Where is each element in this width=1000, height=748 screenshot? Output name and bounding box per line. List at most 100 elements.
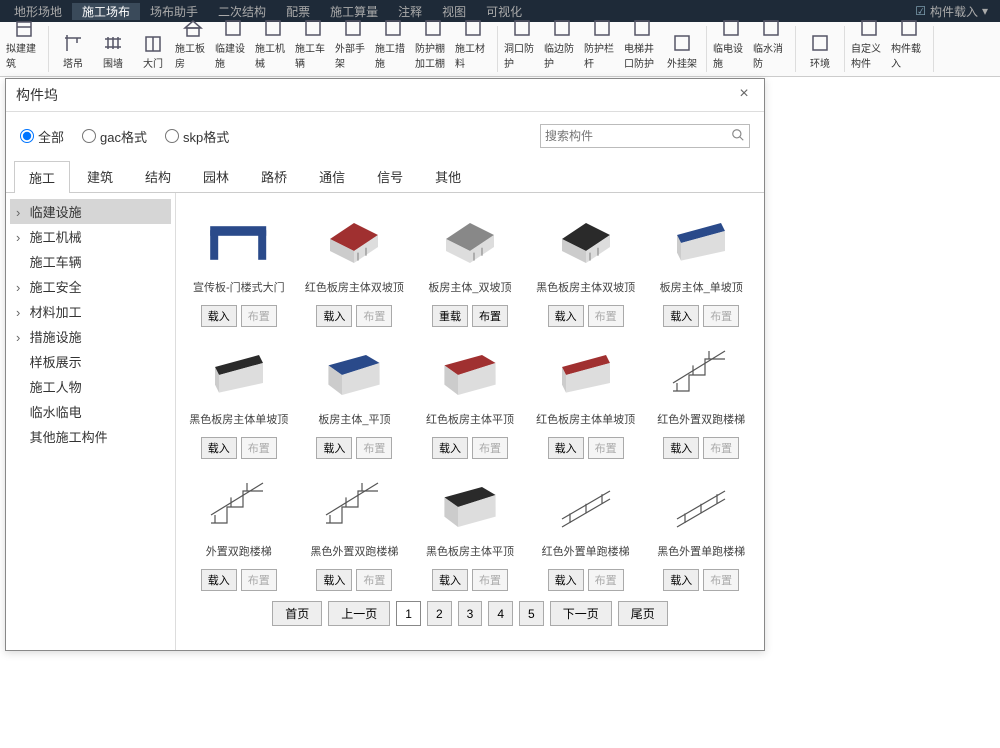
ribbon-protect[interactable]: 防护棚加工棚	[413, 26, 453, 72]
card-thumb[interactable]	[190, 335, 288, 407]
tree-label: 临建设施	[30, 205, 82, 220]
card-thumb[interactable]	[305, 467, 403, 539]
ribbon-fence[interactable]: 围墙	[93, 26, 133, 72]
tree-item[interactable]: › 临建设施	[10, 199, 171, 224]
load-button[interactable]: 载入	[663, 305, 699, 327]
tree-item[interactable]: › 其他施工构件	[10, 424, 171, 449]
pager-page[interactable]: 5	[519, 601, 544, 626]
ribbon-gate[interactable]: 大门	[133, 26, 173, 72]
ribbon-rail[interactable]: 防护栏杆	[582, 26, 622, 72]
card-thumb[interactable]	[652, 203, 750, 275]
load-button[interactable]: 载入	[316, 569, 352, 591]
card-thumb[interactable]	[537, 335, 635, 407]
card-thumb[interactable]	[652, 335, 750, 407]
pager-last[interactable]: 尾页	[618, 601, 668, 626]
load-button[interactable]: 载入	[548, 305, 584, 327]
load-button[interactable]: 载入	[432, 569, 468, 591]
elev-icon	[630, 16, 654, 40]
pager-prev[interactable]: 上一页	[328, 601, 390, 626]
pager-page[interactable]: 4	[488, 601, 513, 626]
load-button[interactable]: 载入	[201, 305, 237, 327]
pager-page[interactable]: 1	[396, 601, 421, 626]
search-icon[interactable]	[731, 128, 745, 145]
top-right-label[interactable]: 构件载入	[930, 3, 978, 20]
ribbon-house[interactable]: 施工板房	[173, 26, 213, 72]
radio-1[interactable]: gac格式	[82, 127, 147, 146]
tree-item[interactable]: › 施工人物	[10, 374, 171, 399]
ribbon-tower[interactable]: 塔吊	[53, 26, 93, 72]
card-name: 黑色板房主体双坡顶	[536, 275, 635, 303]
load-button[interactable]: 载入	[432, 437, 468, 459]
load-button[interactable]: 载入	[201, 437, 237, 459]
ribbon-hang[interactable]: 外挂架	[662, 26, 702, 72]
radio-input[interactable]	[20, 129, 34, 143]
tree-item[interactable]: › 施工车辆	[10, 249, 171, 274]
ribbon-label: 临建设施	[215, 40, 251, 70]
ribbon-scaffold[interactable]: 外部手架	[333, 26, 373, 72]
ribbon-machine[interactable]: 施工机械	[253, 26, 293, 72]
card-thumb[interactable]	[421, 467, 519, 539]
search-box[interactable]	[540, 124, 750, 148]
pager-first[interactable]: 首页	[272, 601, 322, 626]
tab-3[interactable]: 园林	[188, 160, 244, 192]
tab-2[interactable]: 结构	[130, 160, 186, 192]
radio-2[interactable]: skp格式	[165, 127, 229, 146]
ribbon-elec[interactable]: 临电设施	[711, 26, 751, 72]
dropdown-icon[interactable]: ▾	[982, 4, 988, 18]
load-button[interactable]: 载入	[663, 437, 699, 459]
material-icon	[461, 16, 485, 40]
ribbon-vehicle[interactable]: 施工车辆	[293, 26, 333, 72]
load-button[interactable]: 载入	[663, 569, 699, 591]
card-thumb[interactable]	[190, 203, 288, 275]
tab-1[interactable]: 建筑	[72, 160, 128, 192]
ribbon-custom[interactable]: 自定义构件	[849, 26, 889, 72]
tree-item[interactable]: › 措施设施	[10, 324, 171, 349]
card-thumb[interactable]	[190, 467, 288, 539]
ribbon-fire[interactable]: 临水消防	[751, 26, 791, 72]
tab-0[interactable]: 施工	[14, 161, 70, 193]
ribbon-env[interactable]: 环境	[800, 26, 840, 72]
ribbon-temp[interactable]: 临建设施	[213, 26, 253, 72]
load-button[interactable]: 载入	[316, 437, 352, 459]
card-thumb[interactable]	[305, 335, 403, 407]
ribbon-elev[interactable]: 电梯井口防护	[622, 26, 662, 72]
load-button[interactable]: 载入	[201, 569, 237, 591]
ribbon-open[interactable]: 洞口防护	[502, 26, 542, 72]
tree-item[interactable]: › 施工机械	[10, 224, 171, 249]
ribbon-build1[interactable]: 拟建建筑	[4, 26, 44, 72]
card-thumb[interactable]	[652, 467, 750, 539]
ribbon-measure[interactable]: 施工措施	[373, 26, 413, 72]
tree-item[interactable]: › 临水临电	[10, 399, 171, 424]
tree-item[interactable]: › 施工安全	[10, 274, 171, 299]
card-thumb[interactable]	[421, 335, 519, 407]
ribbon-import[interactable]: 构件载入	[889, 26, 929, 72]
card-thumb[interactable]	[537, 467, 635, 539]
load-button[interactable]: 载入	[548, 437, 584, 459]
card-thumb[interactable]	[305, 203, 403, 275]
load-button[interactable]: 载入	[316, 305, 352, 327]
radio-0[interactable]: 全部	[20, 127, 64, 146]
tree-label: 施工安全	[30, 280, 82, 295]
pager-page[interactable]: 3	[458, 601, 483, 626]
ribbon-label: 临电设施	[713, 40, 749, 70]
place-button[interactable]: 布置	[472, 305, 508, 327]
pager-next[interactable]: 下一页	[550, 601, 612, 626]
ribbon-material[interactable]: 施工材料	[453, 26, 493, 72]
menu-item[interactable]: 施工场布	[72, 3, 140, 20]
load-button[interactable]: 重载	[432, 305, 468, 327]
tree-item[interactable]: › 材料加工	[10, 299, 171, 324]
tab-7[interactable]: 其他	[420, 160, 476, 192]
card-thumb[interactable]	[421, 203, 519, 275]
search-input[interactable]	[545, 129, 731, 143]
pager-page[interactable]: 2	[427, 601, 452, 626]
load-button[interactable]: 载入	[548, 569, 584, 591]
radio-input[interactable]	[82, 129, 96, 143]
tree-item[interactable]: › 样板展示	[10, 349, 171, 374]
radio-input[interactable]	[165, 129, 179, 143]
ribbon-edge[interactable]: 临边防护	[542, 26, 582, 72]
card-thumb[interactable]	[537, 203, 635, 275]
close-icon[interactable]: ×	[734, 85, 754, 105]
tab-4[interactable]: 路桥	[246, 160, 302, 192]
tab-5[interactable]: 通信	[304, 160, 360, 192]
tab-6[interactable]: 信号	[362, 160, 418, 192]
